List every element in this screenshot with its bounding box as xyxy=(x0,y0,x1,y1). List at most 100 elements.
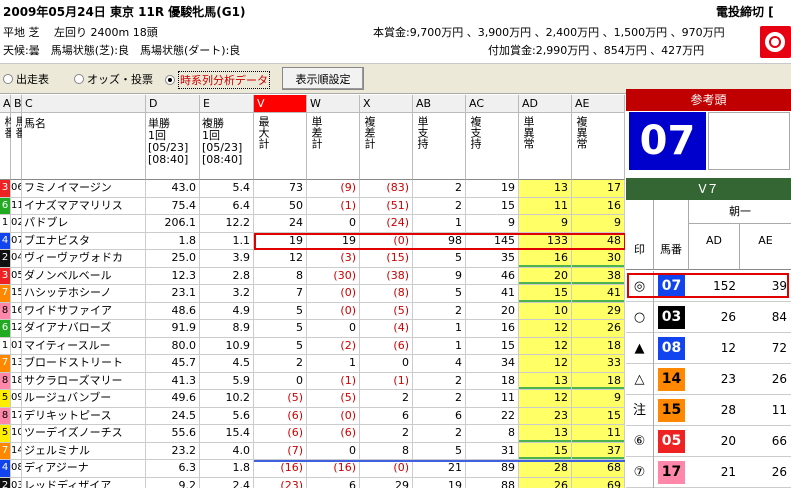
col-umaban: 13 xyxy=(11,355,22,373)
col-w: 0 xyxy=(307,320,360,338)
col-umaban: 09 xyxy=(11,390,22,408)
col-ab: 19 xyxy=(413,477,466,488)
table-row[interactable]: 818サクラローズマリー41.35.90(1)(1)2181318 xyxy=(0,372,625,390)
display-order-button[interactable]: 表示順設定 xyxy=(282,67,364,90)
col-w: 0 xyxy=(307,442,360,460)
table-row[interactable]: 408ディアジーナ6.31.8(16)(16)(0)21892868 xyxy=(0,460,625,478)
col-w: (1) xyxy=(307,197,360,215)
col-v: (6) xyxy=(254,407,307,425)
table-row[interactable]: 306フミノイマージン43.05.473(9)(83)2191317 xyxy=(0,180,625,198)
table-row[interactable]: 204ヴィーヴァヴォドカ25.03.912(3)(15)5351630 xyxy=(0,250,625,268)
column-letter-d[interactable]: D xyxy=(146,95,200,113)
panel-row[interactable]: ▲ 08 12 72 xyxy=(626,333,791,364)
column-letter-c[interactable]: C xyxy=(22,95,146,113)
table-row[interactable]: 101マイティースルー80.010.95(2)(6)1151218 xyxy=(0,337,625,355)
table-row[interactable]: 715ハシッテホシーノ23.13.27(0)(8)5411541 xyxy=(0,285,625,303)
panel-row[interactable]: △ 14 23 26 xyxy=(626,364,791,395)
col-waku: 7 xyxy=(0,285,11,303)
col-place-odds: 1.1 xyxy=(200,232,254,250)
umaban-badge: 14 xyxy=(658,368,685,391)
col-waku: 8 xyxy=(0,302,11,320)
col-v: 24 xyxy=(254,215,307,233)
col-ac: 16 xyxy=(466,320,519,338)
col-x: (83) xyxy=(360,180,413,198)
mark-icon: △ xyxy=(626,364,654,395)
col-place-odds: 4.0 xyxy=(200,442,254,460)
column-letter-ad[interactable]: AD xyxy=(519,95,572,113)
morning-header: 朝一 xyxy=(689,200,791,224)
col-ad: 20 xyxy=(519,267,572,285)
table-row[interactable]: 816ワイドサファイア48.64.95(0)(5)2201029 xyxy=(0,302,625,320)
column-letter-b[interactable]: B xyxy=(11,95,22,113)
col-waku: 3 xyxy=(0,267,11,285)
col-ab: 2 xyxy=(413,372,466,390)
col-w: (16) xyxy=(307,460,360,478)
panel-row[interactable]: ⑦ 17 21 26 xyxy=(626,457,791,488)
table-row[interactable]: 102パドブレ206.112.2240(24)1999 xyxy=(0,215,625,233)
col-win-odds: 1.8 xyxy=(146,232,200,250)
column-letter-ae[interactable]: AE xyxy=(572,95,625,113)
col-place-odds: 10.2 xyxy=(200,390,254,408)
bet-deadline: 電投締切 [ xyxy=(716,5,774,19)
col-v: (5) xyxy=(254,390,307,408)
column-letter-v[interactable]: V xyxy=(254,95,307,113)
col-horse-name: サクラローズマリー xyxy=(22,372,146,390)
col-v: 5 xyxy=(254,302,307,320)
header-label: 単勝 1回 [05/23] [08:40] xyxy=(148,117,189,166)
col-win-odds: 75.4 xyxy=(146,197,200,215)
col-horse-name: ブエナビスタ xyxy=(22,232,146,250)
column-letter-a[interactable]: A xyxy=(0,95,11,113)
col-w: (0) xyxy=(307,302,360,320)
col-win-odds: 49.6 xyxy=(146,390,200,408)
col-umaban: 12 xyxy=(11,320,22,338)
col-w: (2) xyxy=(307,337,360,355)
panel-row[interactable]: ○ 03 26 84 xyxy=(626,302,791,333)
radio-odds-voting[interactable]: オッズ・投票 xyxy=(74,71,153,87)
table-row[interactable]: 203レッドディザイア9.22.4(23)62919882669 xyxy=(0,477,625,488)
col-x: 0 xyxy=(360,355,413,373)
col-x: (4) xyxy=(360,320,413,338)
col-ad: 10 xyxy=(519,302,572,320)
table-row[interactable]: 611イナズマアマリリス75.46.450(1)(51)2151116 xyxy=(0,197,625,215)
col-ac: 31 xyxy=(466,442,519,460)
col-umaban: 04 xyxy=(11,250,22,268)
ae-value: 72 xyxy=(771,341,787,355)
col-umaban: 08 xyxy=(11,460,22,478)
table-row[interactable]: 612ダイアナバローズ91.98.950(4)1161226 xyxy=(0,320,625,338)
table-row[interactable]: 510ツーデイズノーチス55.615.4(6)(6)2281311 xyxy=(0,425,625,443)
added-prize-money: 付加賞金:2,990万円 、854万円 、427万円 xyxy=(488,44,705,57)
col-ab: 5 xyxy=(413,250,466,268)
v7-title: V７ xyxy=(626,178,791,200)
header-label: 馬名 xyxy=(24,117,46,130)
col-ab: 9 xyxy=(413,267,466,285)
col-ad: 12 xyxy=(519,355,572,373)
col-waku: 3 xyxy=(0,180,11,198)
column-letter-ac[interactable]: AC xyxy=(466,95,519,113)
column-letter-x[interactable]: X xyxy=(360,95,413,113)
radio-icon xyxy=(3,74,13,84)
panel-row[interactable]: ⑥ 05 20 66 xyxy=(626,426,791,457)
column-letter-ab[interactable]: AB xyxy=(413,95,466,113)
table-row[interactable]: 509ルージュバンブー49.610.2(5)(5)2211129 xyxy=(0,390,625,408)
col-waku: 4 xyxy=(0,232,11,250)
radio-entry-table[interactable]: 出走表 xyxy=(3,71,49,87)
umaban-badge: 08 xyxy=(658,337,685,360)
reference-panel: 参考頭 07 V７ 印 馬番 朝一 AD AE ◎ 07 152 39 ○ 03 26 84 ▲… xyxy=(626,89,791,488)
column-letter-e[interactable]: E xyxy=(200,95,254,113)
col-ae: 30 xyxy=(572,250,625,268)
col-ac: 15 xyxy=(466,337,519,355)
col-ad: 12 xyxy=(519,320,572,338)
col-win-odds: 25.0 xyxy=(146,250,200,268)
ad-value: 23 xyxy=(720,372,736,386)
table-row[interactable]: 305ダノンベルベール12.32.88(30)(38)9462038 xyxy=(0,267,625,285)
table-row[interactable]: 817デリキットピース24.55.6(6)(0)66222315 xyxy=(0,407,625,425)
table-row[interactable]: 407ブエナビスタ1.81.11919(0)9814513348 xyxy=(0,232,625,250)
col-ad: 13 xyxy=(519,425,572,443)
panel-row[interactable]: 注 15 28 11 xyxy=(626,395,791,426)
radio-timeseries-analysis[interactable]: 時系列分析データ xyxy=(165,71,270,89)
header-label: 複異常 xyxy=(575,116,588,149)
column-letter-w[interactable]: W xyxy=(307,95,360,113)
table-row[interactable]: 713ブロードストリート45.74.52104341233 xyxy=(0,355,625,373)
col-v: (7) xyxy=(254,442,307,460)
table-row[interactable]: 714ジェルミナル23.24.0(7)085311537 xyxy=(0,442,625,460)
